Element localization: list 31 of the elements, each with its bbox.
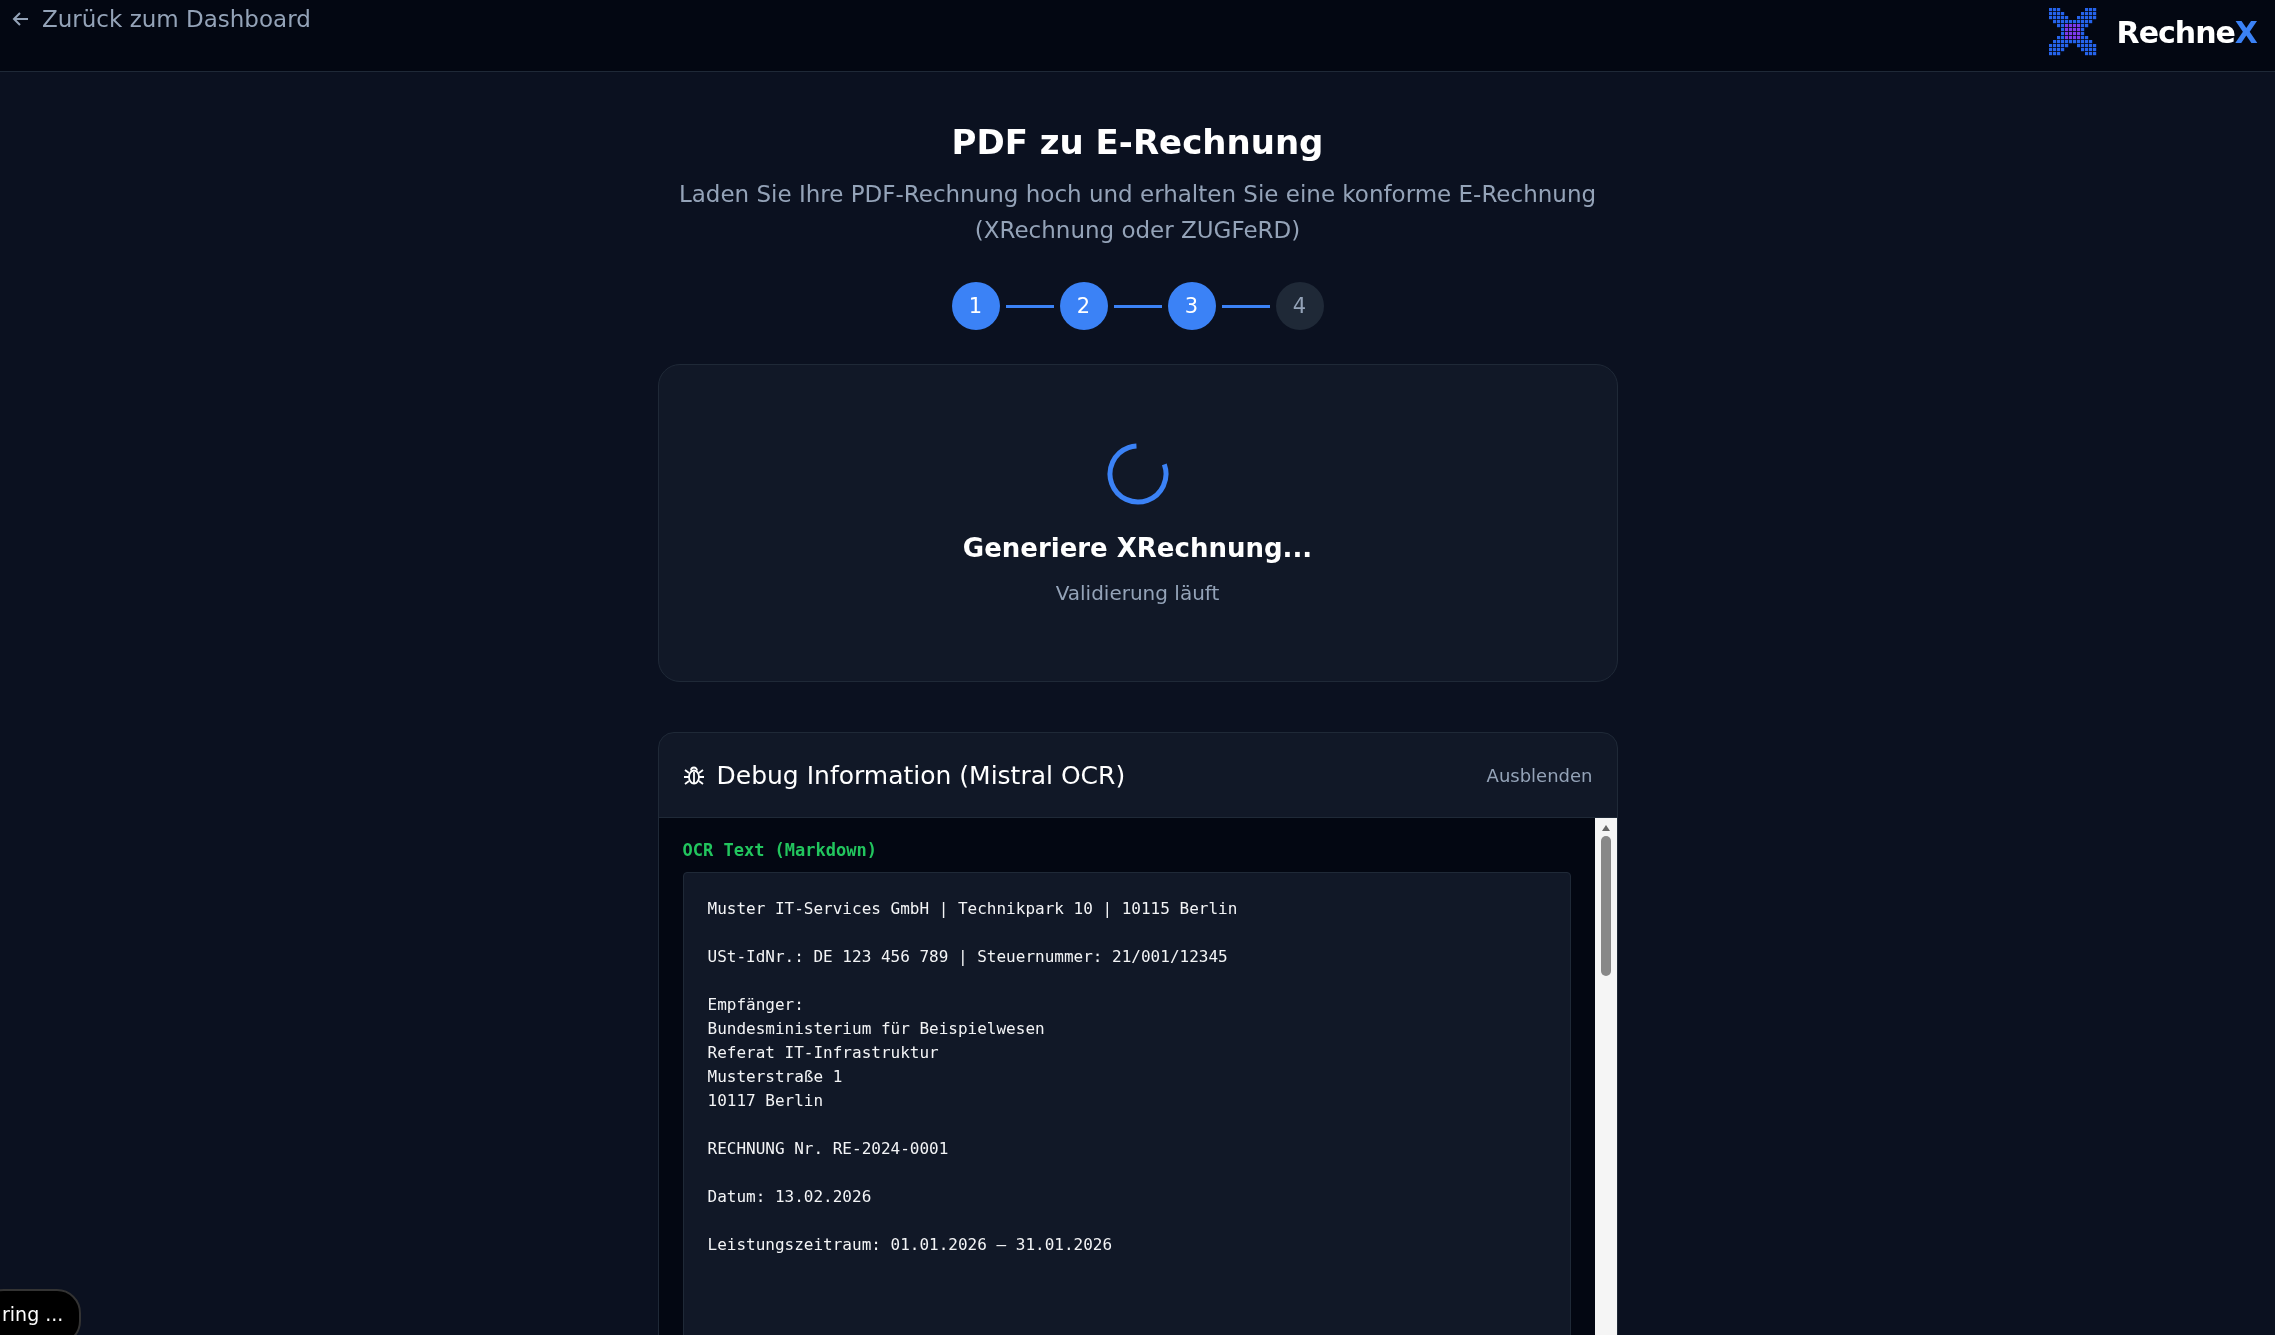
progress-title: Generiere XRechnung... (962, 533, 1313, 563)
step-indicator: 4 (1275, 282, 1324, 330)
step-indicator: 3 (1167, 282, 1216, 330)
back-link[interactable]: Zurück zum Dashboard (12, 6, 311, 32)
debug-title: Debug Information (Mistral OCR) (716, 760, 1126, 790)
logo-icon (2048, 8, 2097, 56)
scrollbar[interactable] (1594, 818, 1617, 1335)
bug-icon (682, 764, 705, 786)
scroll-up-icon[interactable] (1600, 824, 1611, 832)
hide-button[interactable]: Ausblenden (1486, 764, 1593, 786)
brand-name: RechneX (2116, 14, 2257, 50)
progress-status: Validierung läuft (1055, 581, 1220, 605)
code-line: Leistungszeitraum: 01.01.2026 – 31.01.2026 (707, 1234, 1114, 1256)
code-line: Referat IT-Infrastruktur (707, 1042, 940, 1064)
page-subtitle: Laden Sie Ihre PDF-Rechnung hoch und erhalten Sie eine konforme E-Rechnung (XRechnung oder ZUGFeRD) (677, 180, 1598, 245)
code-line: Empfänger: (707, 994, 805, 1016)
page-title: PDF zu E-Rechnung (951, 122, 1324, 162)
section-label: OCR Text (Markdown) (682, 840, 878, 860)
code-line: Muster IT-Services GmbH | Technikpark 10 | 10115 Berlin (707, 898, 1239, 920)
code-line: Datum: 13.02.2026 (707, 1186, 873, 1208)
toast: ring ... (0, 1289, 82, 1335)
code-line: Bundesministerium für Beispielwesen (707, 1018, 1046, 1040)
code-line: USt-IdNr.: DE 123 456 789 | Steuernummer: 21/001/12345 (707, 946, 1229, 968)
step-indicator: 1 (951, 282, 1000, 330)
spinner-icon (1106, 443, 1169, 505)
code-line: 10117 Berlin (707, 1090, 825, 1112)
code-line: Musterstraße 1 (707, 1066, 844, 1088)
code-line: RECHNUNG Nr. RE-2024-0001 (707, 1138, 950, 1160)
scroll-thumb[interactable] (1600, 836, 1611, 976)
back-arrow-icon (12, 10, 30, 28)
step-indicator: 2 (1059, 282, 1108, 330)
